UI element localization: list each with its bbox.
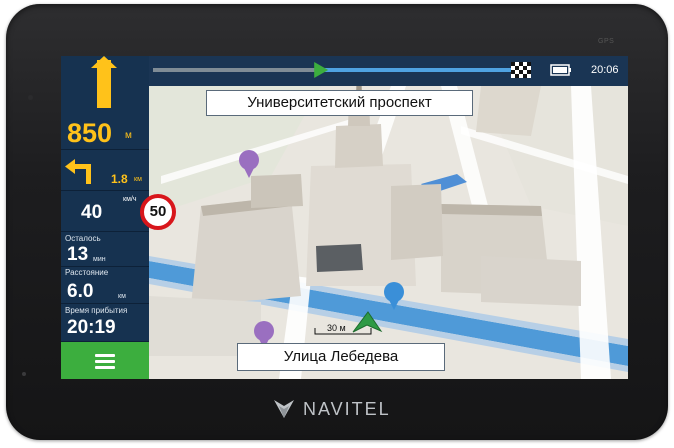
gps-label: GPS <box>598 38 615 45</box>
battery-icon <box>550 64 571 76</box>
left-info-panel: 850 м 1.8 км 40 км/ч Осталось 13 мин Рас… <box>61 56 149 379</box>
straight-arrow-icon <box>91 56 117 108</box>
distance-label: Расстояние <box>65 268 109 277</box>
speed-unit: км/ч <box>123 196 137 203</box>
map-scale: 30 м <box>327 323 346 333</box>
maneuver-distance-unit: м <box>125 130 132 141</box>
current-street-label: Университетский проспект <box>206 90 473 116</box>
turn-left-icon <box>65 159 91 184</box>
maneuver-distance: 850 <box>67 118 113 148</box>
menu-button[interactable] <box>61 342 149 379</box>
progress-marker <box>314 62 329 78</box>
finish-flag-icon <box>511 62 531 78</box>
light-sensor <box>28 95 33 100</box>
next-maneuver-distance: 1.8 <box>111 172 128 186</box>
distance-value: 6.0 <box>67 281 94 302</box>
progress-fill <box>322 68 513 72</box>
remaining-unit: мин <box>93 256 106 263</box>
current-speed: 40 <box>81 202 103 223</box>
arrival-label: Время прибытия <box>65 306 128 315</box>
brand-name: NAVITEL <box>303 399 391 419</box>
navigation-screen: 20:06 850 м 1.8 км 40 км/ч Осталось 13 м… <box>61 56 628 379</box>
remaining-label: Осталось <box>65 234 101 243</box>
speed-limit-sign: 50 <box>140 194 176 230</box>
distance-unit: км <box>118 293 126 300</box>
navitel-logo-icon <box>274 400 294 418</box>
next-maneuver-panel <box>61 150 149 191</box>
clock: 20:06 <box>591 64 619 76</box>
arrival-time: 20:19 <box>67 317 116 338</box>
next-street-label: Улица Лебедева <box>237 343 445 371</box>
power-led <box>22 372 26 376</box>
remaining-time: 13 <box>67 244 89 265</box>
route-progress-bar <box>149 56 628 86</box>
next-maneuver-unit: км <box>134 176 142 183</box>
menu-icon <box>95 354 115 357</box>
